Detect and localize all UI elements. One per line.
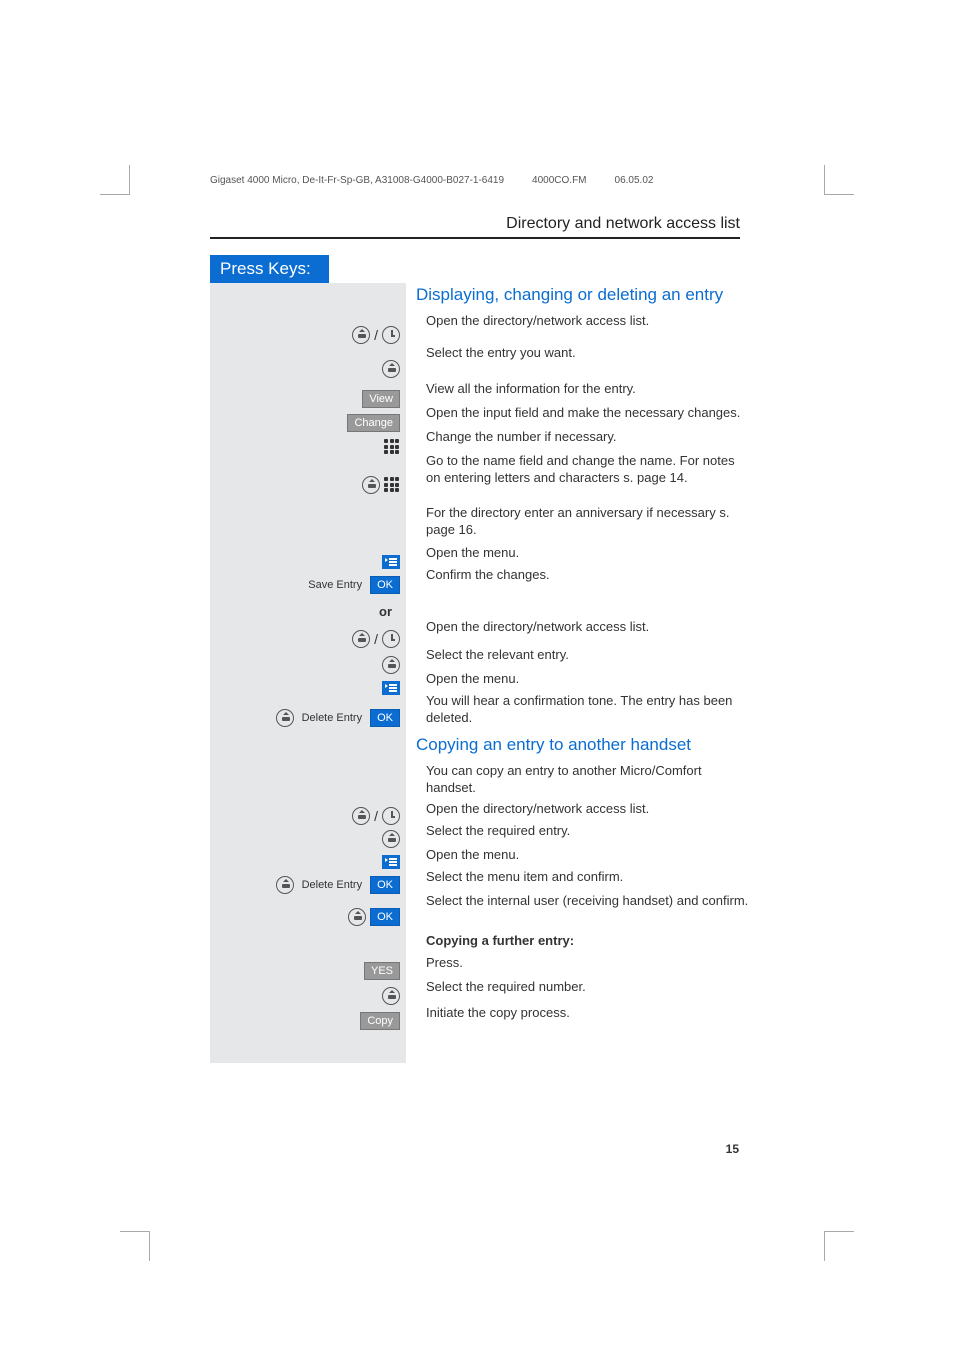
subhead-display: Displaying, changing or deleting an entr…: [416, 285, 742, 305]
desc-open-menu2: Open the menu.: [416, 671, 752, 693]
view-key: View: [362, 390, 400, 408]
press-keys-header: Press Keys:: [210, 255, 329, 283]
clock-icon: [382, 807, 400, 825]
page-number: 15: [726, 1142, 739, 1156]
menu-icon: [382, 855, 400, 869]
crop-mark-tl: [100, 165, 130, 195]
desc-open-dir2: Open the directory/network access list.: [416, 619, 752, 647]
menu-delete-entry: Delete Entry: [302, 879, 367, 891]
nav-icon: [276, 709, 294, 727]
desc-select-req: Select the required entry.: [416, 823, 752, 847]
clock-icon: [382, 630, 400, 648]
nav-icon: [382, 830, 400, 848]
desc-open-dir3: Open the directory/network access list.: [416, 801, 752, 823]
right-column: Displaying, changing or deleting an entr…: [406, 283, 742, 1063]
nav-icon: [362, 476, 380, 494]
desc-confirm: Confirm the changes.: [416, 567, 752, 591]
nav-icon: [382, 360, 400, 378]
change-key: Change: [347, 414, 400, 432]
slash: /: [374, 327, 378, 343]
keypad-icon: [384, 439, 400, 455]
crop-mark-bl: [120, 1231, 150, 1261]
desc-open-menu: Open the menu.: [416, 545, 752, 567]
ok-key: OK: [370, 908, 400, 926]
ok-key: OK: [370, 709, 400, 727]
desc-copy-intro: You can copy an entry to another Micro/C…: [416, 763, 752, 801]
nav-icon: [352, 326, 370, 344]
desc-change: Open the input field and make the necess…: [416, 405, 752, 429]
desc-goto-name: Go to the name field and change the name…: [416, 453, 752, 505]
nav-icon: [352, 807, 370, 825]
menu-save-entry: Save Entry: [308, 579, 366, 591]
nav-icon: [352, 630, 370, 648]
desc-select-menu-item: Select the menu item and confirm.: [416, 869, 752, 893]
running-header: Gigaset 4000 Micro, De-It-Fr-Sp-GB, A310…: [210, 175, 740, 186]
desc-open-dir: Open the directory/network access list.: [416, 313, 752, 345]
ok-key: OK: [370, 876, 400, 894]
desc-change-number: Change the number if necessary.: [416, 429, 752, 453]
nav-icon: [382, 656, 400, 674]
or-label: or: [379, 604, 400, 619]
desc-select-entry: Select the entry you want.: [416, 345, 752, 381]
slash: /: [374, 808, 378, 824]
left-column: / View Change Save Entry OK or: [210, 283, 406, 1063]
doc-file: 4000CO.FM: [532, 175, 586, 186]
nav-icon: [348, 908, 366, 926]
desc-delete-confirm: You will hear a confirmation tone. The e…: [416, 693, 752, 731]
desc-select-rel: Select the relevant entry.: [416, 647, 752, 671]
copy-key: Copy: [360, 1012, 400, 1030]
doc-title: Gigaset 4000 Micro, De-It-Fr-Sp-GB, A310…: [210, 175, 504, 186]
content-area: / View Change Save Entry OK or: [210, 283, 742, 1063]
crop-mark-br: [824, 1231, 854, 1261]
yes-key: YES: [364, 962, 400, 980]
desc-anniversary: For the directory enter an anniversary i…: [416, 505, 752, 545]
nav-icon: [382, 987, 400, 1005]
desc-press: Press.: [416, 955, 752, 979]
desc-select-internal: Select the internal user (receiving hand…: [416, 893, 752, 933]
ok-key: OK: [370, 576, 400, 594]
clock-icon: [382, 326, 400, 344]
nav-icon: [276, 876, 294, 894]
doc-date: 06.05.02: [615, 175, 654, 186]
desc-initiate: Initiate the copy process.: [416, 1005, 752, 1029]
crop-mark-tr: [824, 165, 854, 195]
copy-further-label: Copying a further entry:: [416, 933, 752, 955]
subhead-copy: Copying an entry to another handset: [416, 735, 742, 755]
desc-open-menu3: Open the menu.: [416, 847, 752, 869]
menu-delete-entry: Delete Entry: [302, 712, 367, 724]
desc-select-num: Select the required number.: [416, 979, 752, 1005]
menu-icon: [382, 681, 400, 695]
slash: /: [374, 631, 378, 647]
desc-view: View all the information for the entry.: [416, 381, 752, 405]
section-title: Directory and network access list: [210, 215, 740, 239]
menu-icon: [382, 555, 400, 569]
keypad-icon: [384, 477, 400, 493]
